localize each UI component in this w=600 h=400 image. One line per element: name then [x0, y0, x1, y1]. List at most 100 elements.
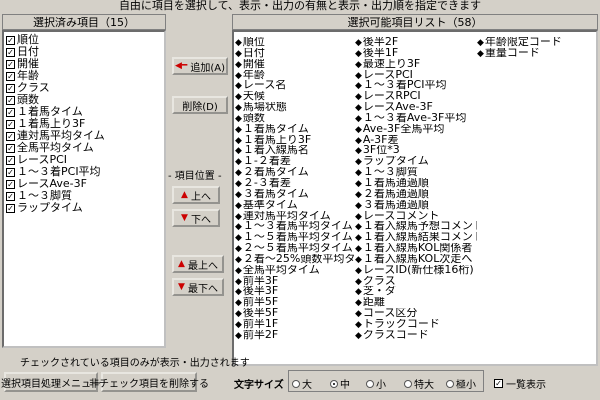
selected-item-checkbox[interactable]: ✓ [6, 179, 15, 189]
available-item[interactable]: ◆１〜３着PCI平均 [355, 80, 477, 91]
available-item[interactable]: ◆クラス [355, 276, 477, 287]
selected-item-checkbox[interactable]: ✓ [6, 167, 15, 177]
available-item[interactable]: ◆１着入線馬予想コメント [355, 221, 477, 232]
available-item[interactable]: ◆頭数 [235, 113, 355, 124]
available-item[interactable]: ◆３着馬通過順 [355, 200, 477, 211]
selected-item-checkbox[interactable]: ✓ [6, 83, 15, 93]
selected-item-checkbox[interactable]: ✓ [6, 131, 15, 141]
available-item[interactable]: ◆前半1F [235, 319, 355, 330]
font-size-option[interactable]: 小 [366, 376, 386, 391]
list-display-toggle[interactable]: ✓ 一覧表示 [494, 376, 546, 391]
available-item[interactable]: ◆Ave-3F全馬平均 [355, 124, 477, 135]
selected-items-list[interactable]: ✓ 順位 ✓ 日付 ✓ 開催 ✓ 年齢 ✓ クラス ✓ 頭数 ✓ １着馬タイム ✓ １着馬上り3F ✓ 連対馬平均… [2, 30, 166, 348]
available-item[interactable]: ◆２着馬通過順 [355, 189, 477, 200]
selection-menu-button[interactable]: 選択項目処理メニュー [1, 372, 101, 392]
font-size-option[interactable]: 特大 [404, 376, 434, 391]
available-item[interactable]: ◆年齢限定コード [477, 37, 596, 48]
selected-item-checkbox[interactable]: ✓ [6, 71, 15, 81]
selected-item-checkbox[interactable]: ✓ [6, 191, 15, 201]
available-item[interactable]: ◆コース区分 [355, 308, 477, 319]
font-size-option[interactable]: 大 [292, 376, 312, 391]
available-item[interactable]: ◆レース名 [235, 80, 355, 91]
available-item[interactable]: ◆１〜３着馬平均タイム [235, 221, 355, 232]
move-up-button[interactable]: ▲ 上へ [172, 186, 220, 204]
available-item[interactable]: ◆１〜５着馬平均タイム [235, 232, 355, 243]
selected-item[interactable]: ✓ ラップタイム [4, 202, 164, 214]
available-item[interactable]: ◆レースPCI [355, 70, 477, 81]
available-item[interactable]: ◆ラップタイム [355, 156, 477, 167]
font-size-option[interactable]: 極小 [446, 376, 476, 391]
selected-item-checkbox[interactable]: ✓ [6, 143, 15, 153]
available-item[interactable]: ◆後半2F [355, 37, 477, 48]
available-item[interactable]: ◆１〜３脚質 [355, 167, 477, 178]
available-item[interactable]: ◆前半2F [235, 330, 355, 341]
available-item[interactable]: ◆１着入線馬結果コメント [355, 232, 477, 243]
add-button[interactable]: ◀━ 追加(A) [172, 57, 228, 75]
available-item-label: 馬場状態 [242, 102, 287, 113]
selected-item-checkbox[interactable]: ✓ [6, 95, 15, 105]
available-item[interactable]: ◆天候 [235, 91, 355, 102]
available-item[interactable]: ◆１着馬タイム [235, 124, 355, 135]
available-item[interactable]: ◆連対馬平均タイム [235, 211, 355, 222]
available-item[interactable]: ◆全馬平均タイム [235, 265, 355, 276]
available-item[interactable]: ◆クラスコード [355, 330, 477, 341]
available-item-label: 前半5F [242, 297, 279, 309]
available-item[interactable]: ◆A-3F差 [355, 135, 477, 146]
selected-item-checkbox[interactable]: ✓ [6, 47, 15, 57]
available-item[interactable]: ◆順位 [235, 37, 355, 48]
radio-icon[interactable] [446, 379, 454, 388]
selected-item-checkbox[interactable]: ✓ [6, 35, 15, 45]
radio-icon[interactable] [366, 379, 374, 388]
radio-icon[interactable] [330, 379, 338, 388]
available-item[interactable]: ◆１着入線馬KOL次走へ [355, 254, 477, 265]
available-item[interactable]: ◆重量コード [477, 48, 596, 59]
move-bottom-button[interactable]: ▼ 最下へ [172, 278, 224, 296]
available-item-label: 頭数 [242, 112, 265, 124]
font-size-option[interactable]: 中 [330, 376, 350, 391]
available-items-list[interactable]: ◆順位 ◆日付 ◆開催 ◆年齢 ◆レース名 ◆天候 ◆馬場状態 ◆頭数 ◆１着馬タイム ◆１着馬上… [232, 30, 598, 366]
available-item[interactable]: ◆１着入線馬名 [235, 145, 355, 156]
diamond-icon: ◆ [235, 168, 242, 178]
delete-button[interactable]: 削除(D) [172, 96, 228, 114]
available-item[interactable]: ◆１着入線馬KOL関係者 [355, 243, 477, 254]
selected-item-checkbox[interactable]: ✓ [6, 203, 15, 213]
available-item[interactable]: ◆後半3F [235, 286, 355, 297]
list-display-checkbox[interactable]: ✓ [494, 379, 503, 388]
selected-item-checkbox[interactable]: ✓ [6, 59, 15, 69]
available-item[interactable]: ◆距離 [355, 297, 477, 308]
move-down-button[interactable]: ▼ 下へ [172, 209, 220, 227]
available-item[interactable]: ◆レースAve-3F [355, 102, 477, 113]
available-item[interactable]: ◆２着馬タイム [235, 167, 355, 178]
available-item[interactable]: ◆２着〜25%頭数平均タイム [235, 254, 355, 265]
radio-icon[interactable] [292, 379, 300, 388]
available-item[interactable]: ◆１〜３着Ave-3F平均 [355, 113, 477, 124]
available-item[interactable]: ◆トラックコード [355, 319, 477, 330]
available-item[interactable]: ◆１-２着差 [235, 156, 355, 167]
available-item[interactable]: ◆最速上り3F [355, 59, 477, 70]
available-item[interactable]: ◆後半5F [235, 308, 355, 319]
available-item[interactable]: ◆芝・ダ [355, 286, 477, 297]
available-item[interactable]: ◆１着馬通過順 [355, 178, 477, 189]
available-item[interactable]: ◆年齢 [235, 70, 355, 81]
available-item[interactable]: ◆レースコメント [355, 211, 477, 222]
available-item[interactable]: ◆３着馬タイム [235, 189, 355, 200]
available-item[interactable]: ◆前半3F [235, 276, 355, 287]
available-item[interactable]: ◆前半5F [235, 297, 355, 308]
available-item[interactable]: ◆開催 [235, 59, 355, 70]
move-top-button[interactable]: ▲ 最上へ [172, 255, 224, 273]
selected-item-checkbox[interactable]: ✓ [6, 119, 15, 129]
available-item[interactable]: ◆後半1F [355, 48, 477, 59]
available-item[interactable]: ◆２〜５着馬平均タイム [235, 243, 355, 254]
available-item[interactable]: ◆２-３着差 [235, 178, 355, 189]
selected-item-checkbox[interactable]: ✓ [6, 155, 15, 165]
available-item[interactable]: ◆１着馬上り3F [235, 135, 355, 146]
available-item[interactable]: ◆レースID(新仕様16桁) [355, 265, 477, 276]
available-item[interactable]: ◆レースRPCI [355, 91, 477, 102]
available-item[interactable]: ◆馬場状態 [235, 102, 355, 113]
radio-icon[interactable] [404, 379, 412, 388]
available-item[interactable]: ◆基準タイム [235, 200, 355, 211]
remove-unchecked-button[interactable]: 非チェック項目を削除する [89, 372, 209, 392]
available-item[interactable]: ◆日付 [235, 48, 355, 59]
available-item[interactable]: ◆3F位*3 [355, 145, 477, 156]
selected-item-checkbox[interactable]: ✓ [6, 107, 15, 117]
